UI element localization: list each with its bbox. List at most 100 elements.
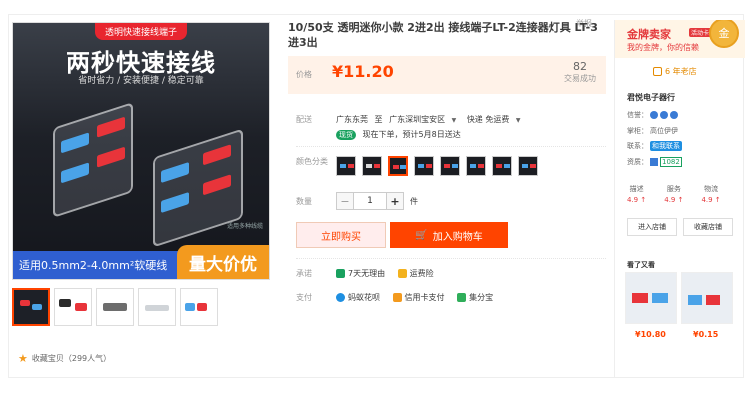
image-top-tag: 透明快速接线端子 [94,23,188,40]
quantity-stepper: − + 件 [336,192,418,210]
caret-down-icon: ▼ [515,117,521,124]
product-title: 10/50支 透明迷你小款 2进2出 接线端子LT-2连接器灯具 LT-3进3出 [288,21,598,49]
ship-to-select[interactable]: 广东深圳宝安区 ▼ [389,115,460,124]
promise-label: 承诺 [296,269,312,278]
product-info: 10/50支 透明迷你小款 2进2出 接线端子LT-2连接器灯具 LT-3进3出… [288,20,606,94]
ship-from: 广东东莞 [336,115,368,124]
diamond-icon [650,111,658,119]
price-value: ¥11.20 [332,62,394,81]
in-stock-badge: 现货 [336,130,356,140]
recommend-price-2: ¥0.15 [693,330,719,339]
ship-method-select[interactable]: 快递 免运费 ▼ [467,115,525,124]
score-service: 服务 4.9 ↑ [664,185,684,204]
main-product-image[interactable]: 透明快速接线端子 两秒快速接线 省时省力 / 安装便捷 / 稳定可靠 适用多种线… [12,22,270,280]
color-option[interactable] [362,156,382,176]
color-label: 颜色分类 [296,157,328,166]
color-option-selected[interactable] [388,156,408,176]
huabei-icon [336,293,345,302]
diamond-icon [670,111,678,119]
recommend-price-1: ¥10.80 [635,330,666,339]
thumbnail-1[interactable] [12,288,50,326]
insurance-icon [397,269,407,278]
thumbnail-2[interactable] [54,288,92,326]
recommend-title: 看了又看 [627,261,655,269]
qualification-value: 1082 [660,157,682,167]
add-to-cart-button[interactable]: 🛒 加入购物车 [390,222,508,248]
recommend-item-1[interactable] [625,272,677,324]
price-label: 价格 [296,70,312,79]
payment-label: 支付 [296,293,312,302]
image-promo: 量大价优 [177,245,269,279]
color-option[interactable] [336,156,356,176]
gold-seller-title: 金牌卖家 [627,28,671,41]
diamond-icon [660,111,668,119]
buy-now-button[interactable]: 立即购买 [296,222,386,248]
thumbnail-3[interactable] [96,288,134,326]
favorite-shop-button[interactable]: 收藏店铺 [683,218,733,236]
payment-row: 支付 蚂蚁花呗 信用卡支付 集分宝 [296,292,503,304]
qualification-row: 资质： 1082 [627,157,682,167]
payment-item[interactable]: 信用卡支付 [392,292,445,303]
return-icon [336,269,345,278]
favorite-label: 收藏宝贝（299人气） [31,354,112,363]
keeper-row: 掌柜： 高位伊伊 [627,126,678,136]
delivery-estimate: 现在下单，预计5月8日送达 [362,130,461,139]
color-row: 颜色分类 [296,156,538,176]
image-spec-bar: 适用0.5mm2-4.0mm²软硬线 量大价优 [13,245,269,279]
ship-to-word: 至 [374,115,383,124]
image-gallery: 透明快速接线端子 两秒快速接线 省时省力 / 安装便捷 / 稳定可靠 适用多种线… [12,22,270,326]
decrease-button[interactable]: − [336,192,354,210]
license-icon [650,158,658,166]
quantity-unit: 件 [410,196,418,206]
color-option[interactable] [492,156,512,176]
thumbnail-strip [12,288,270,326]
seller-sidebar: 金牌卖家 活动卡号 我的金牌，你的信赖 金 6 年老店 君悦电子器行 信誉： 掌… [614,20,745,378]
gold-seller-banner: 金牌卖家 活动卡号 我的金牌，你的信赖 金 [615,20,745,58]
promise-item[interactable]: 7天无理由 [336,268,385,279]
color-option[interactable] [518,156,538,176]
shop-name[interactable]: 君悦电子器行 [627,92,675,103]
image-subline: 省时省力 / 安装便捷 / 稳定可靠 [78,76,204,86]
shipping-label: 配送 [296,115,312,124]
price-box: 价格 ¥11.20 82 交易成功 [288,56,606,94]
divider [296,258,606,259]
star-icon: ★ [18,352,28,365]
color-option[interactable] [466,156,486,176]
shipping-row: 配送 广东东莞 至 广东深圳宝安区 ▼ 快递 免运费 ▼ 现货 现在下单，预计5… [296,114,529,140]
favorite-item[interactable]: ★ 收藏宝贝（299人气） [18,352,111,365]
score-logistics: 物流 4.9 ↑ [701,185,721,204]
contact-row: 联系： 和我联系 [627,141,682,151]
gold-medal-icon: 金 [709,20,739,48]
quantity-input[interactable] [354,192,386,210]
thumbnail-4[interactable] [138,288,176,326]
credit-row: 信誉： [627,110,678,120]
add-to-cart-label: 加入购物车 [432,231,483,243]
gold-seller-slogan: 我的金牌，你的信赖 [627,43,699,52]
quantity-row: 数量 − + 件 [296,192,418,210]
color-option[interactable] [414,156,434,176]
increase-button[interactable]: + [386,192,404,210]
divider [296,146,606,147]
image-spec: 适用0.5mm2-4.0mm²软硬线 [19,259,168,272]
caret-down-icon: ▼ [451,117,457,124]
keeper-name[interactable]: 高位伊伊 [650,126,678,136]
quantity-label: 数量 [296,196,312,206]
shop-scores: 描述 4.9 ↑ 服务 4.9 ↑ 物流 4.9 ↑ [627,184,721,204]
color-swatches [336,156,538,176]
thumbnail-5[interactable] [180,288,218,326]
shop-age-icon [653,67,662,76]
recommend-item-2[interactable] [681,272,733,324]
score-description: 描述 4.9 ↑ [627,185,647,204]
credit-card-icon [392,293,402,302]
payment-item[interactable]: 集分宝 [457,292,493,303]
cart-icon: 🛒 [415,229,428,241]
sales-label: 交易成功 [564,74,596,83]
shop-age: 6 年老店 [653,66,697,77]
promise-row: 承诺 7天无理由 运费险 [296,268,444,280]
color-option[interactable] [440,156,460,176]
jifenbao-icon [457,293,467,302]
promise-item[interactable]: 运费险 [397,268,434,279]
payment-item[interactable]: 蚂蚁花呗 [336,292,380,303]
enter-shop-button[interactable]: 进入店铺 [627,218,677,236]
contact-seller-button[interactable]: 和我联系 [650,141,682,151]
